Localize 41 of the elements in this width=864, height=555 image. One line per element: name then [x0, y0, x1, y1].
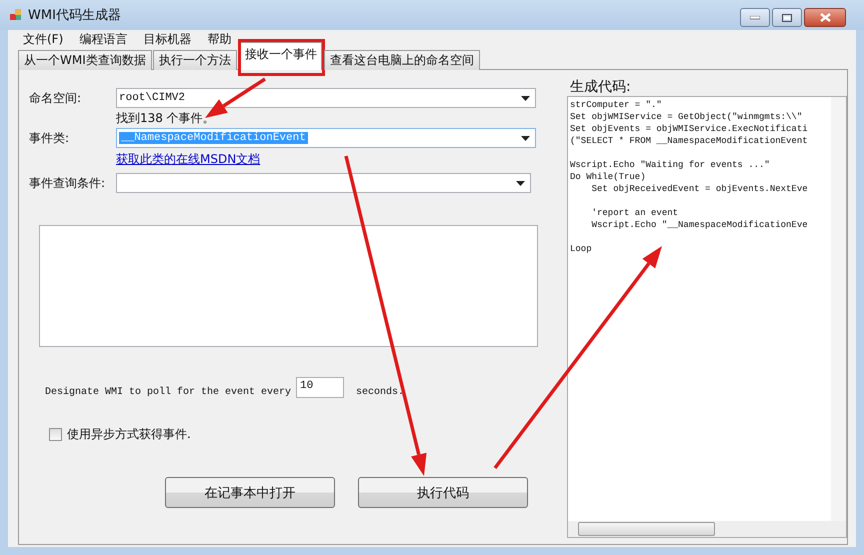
vertical-scrollbar[interactable] — [831, 97, 846, 521]
menu-item[interactable]: 帮助 — [206, 30, 232, 48]
unit-label: seconds. — [356, 387, 404, 398]
namespace-dropdown[interactable]: root\CIMV2 — [116, 88, 536, 108]
close-icon — [820, 13, 830, 22]
panel-title: 生成代码: — [569, 78, 632, 96]
horizontal-scrollbar[interactable] — [568, 521, 846, 537]
dropdown-arrow-icon — [521, 96, 530, 100]
field-label: 命名空间: — [29, 90, 82, 106]
tab[interactable]: 接收一个事件 — [240, 42, 322, 70]
window-title: WMI代码生成器 — [28, 7, 122, 24]
dropdown-arrow-icon — [516, 180, 525, 186]
checkbox-label: 使用异步方式获得事件. — [67, 426, 191, 443]
app-icon — [10, 9, 22, 21]
menu-item[interactable]: 文件(F) — [22, 30, 64, 48]
maximize-icon — [782, 14, 792, 22]
status-text: 找到138 个事件。 — [116, 111, 215, 125]
maximize-button[interactable] — [772, 8, 802, 27]
action-button[interactable]: 执行代码 — [358, 477, 528, 508]
code-text: strComputer = "." Set objWMIService = GetObject("winmgmts:\\" Set objEvents = objWMIService.ExecNotificati ("SELECT * FROM __NamespaceModificationEvent Wscript.Echo "Waiting for events ..." Do While(True) Set objReceivedEvent = objEvents.NextEve 'report an event Wscript.Echo "__NamespaceModificationEve Loop — [569, 99, 809, 255]
menu-item[interactable]: 编程语言 — [78, 30, 128, 48]
poll-label: Designate WMI to poll for the event every — [45, 387, 292, 398]
tab[interactable]: 查看这台电脑上的命名空间 — [324, 50, 480, 70]
field-label: 事件查询条件: — [29, 174, 106, 192]
checkbox[interactable] — [49, 428, 62, 441]
query-text-area[interactable] — [39, 225, 538, 347]
menu-item[interactable]: 目标机器 — [142, 30, 192, 48]
code-text-area[interactable] — [567, 96, 847, 538]
field-label: 事件类: — [29, 130, 70, 146]
close-button[interactable] — [804, 8, 846, 27]
poll-interval-field[interactable]: 10 — [296, 377, 344, 398]
minimize-button[interactable] — [740, 8, 770, 27]
minimize-icon — [750, 16, 760, 20]
condition-dropdown[interactable] — [116, 173, 531, 193]
scroll-thumb[interactable] — [578, 522, 715, 536]
msdn-link[interactable]: 获取此类的在线MSDN文档 — [116, 152, 260, 166]
tab[interactable]: 从一个WMI类查询数据 — [18, 50, 152, 70]
action-button[interactable]: 在记事本中打开 — [165, 477, 335, 508]
annotation-arrow — [205, 78, 266, 118]
dropdown-arrow-icon — [521, 136, 530, 140]
tab[interactable]: 执行一个方法 — [152, 50, 237, 70]
